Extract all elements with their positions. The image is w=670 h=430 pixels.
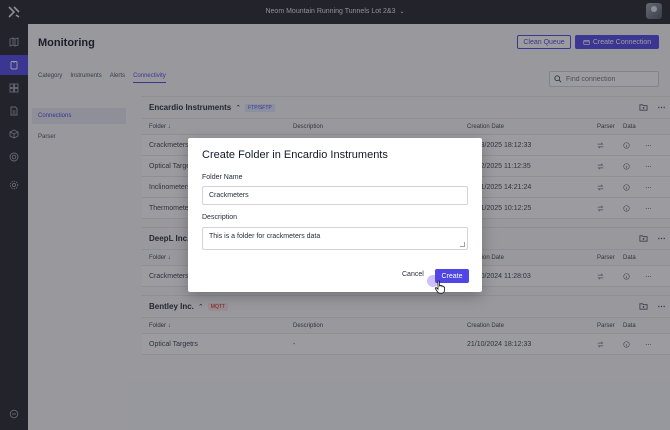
folder-name-label: Folder Name <box>202 174 243 181</box>
cancel-button[interactable]: Cancel <box>402 271 424 278</box>
hand-cursor-icon <box>434 280 445 294</box>
folder-name-field[interactable] <box>202 186 468 205</box>
description-label: Description <box>202 214 238 221</box>
description-textarea[interactable]: This is a folder for crackmeters data <box>203 228 467 249</box>
folder-name-input[interactable] <box>203 187 467 204</box>
resize-handle-icon[interactable] <box>460 242 465 247</box>
description-field[interactable]: This is a folder for crackmeters data <box>202 227 468 250</box>
modal-title: Create Folder in Encardio Instruments <box>202 149 388 161</box>
create-folder-modal: Create Folder in Encardio Instruments Fo… <box>188 138 482 294</box>
